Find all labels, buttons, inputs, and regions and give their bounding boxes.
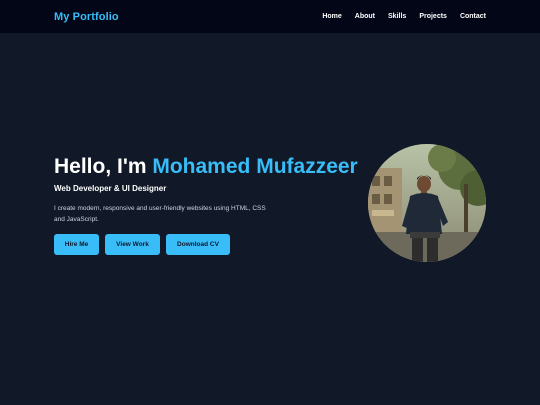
brand-logo[interactable]: My Portfolio [54, 11, 119, 23]
hero-greeting: Hello, I'm [54, 155, 153, 178]
nav-links: Home About Skills Projects Contact [322, 13, 486, 20]
hero-text: Hello, I'm Mohamed Mufazzeer Web Develop… [54, 154, 359, 255]
navbar: My Portfolio Home About Skills Projects … [0, 0, 540, 33]
hero-description: I create modern, responsive and user-fri… [54, 205, 266, 223]
hero-title: Hello, I'm Mohamed Mufazzeer [54, 154, 359, 180]
hero-name: Mohamed Mufazzeer [152, 155, 358, 178]
nav-link-projects[interactable]: Projects [419, 13, 447, 20]
hero-section: Hello, I'm Mohamed Mufazzeer Web Develop… [0, 33, 540, 405]
nav-link-skills[interactable]: Skills [388, 13, 406, 20]
download-cv-button[interactable]: Download CV [166, 234, 230, 255]
hero-subtitle: Web Developer & UI Designer [54, 184, 167, 193]
hire-me-button[interactable]: Hire Me [54, 234, 99, 255]
profile-photo [368, 144, 486, 262]
profile-photo-illustration [368, 144, 486, 262]
nav-link-about[interactable]: About [355, 13, 375, 20]
nav-link-contact[interactable]: Contact [460, 13, 486, 20]
hero-buttons: Hire Me View Work Download CV [54, 234, 359, 255]
nav-link-home[interactable]: Home [322, 13, 341, 20]
view-work-button[interactable]: View Work [105, 234, 160, 255]
